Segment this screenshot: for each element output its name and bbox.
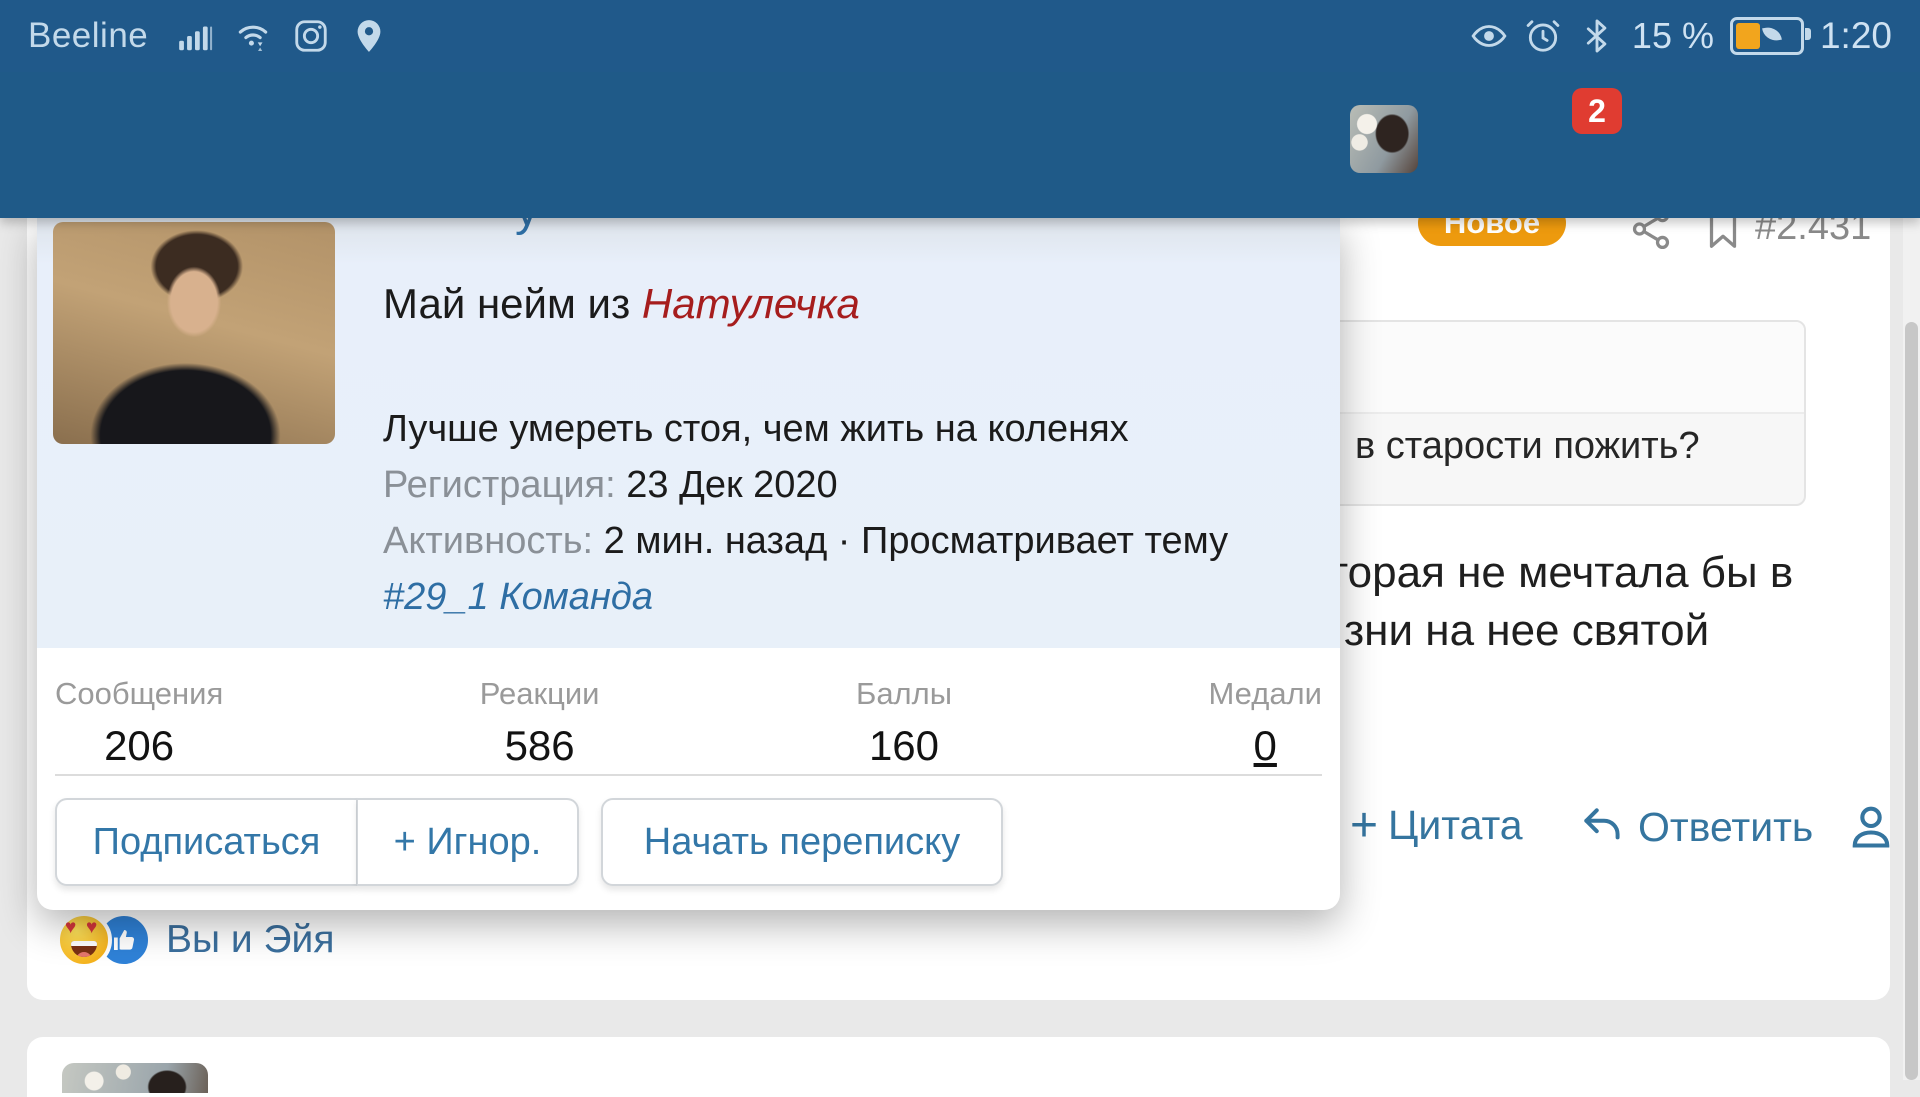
signal-strength-icon xyxy=(176,17,214,55)
member-avatar[interactable] xyxy=(53,222,335,444)
reply-button-label: Ответить xyxy=(1638,803,1814,850)
reply-arrow-icon xyxy=(1578,802,1628,852)
navigation-bar xyxy=(0,72,1920,218)
wifi-icon xyxy=(234,17,272,55)
stat-value: 160 xyxy=(868,722,940,769)
heart-eyes-reaction-icon: ♥ ♥ xyxy=(56,912,112,968)
activity-value: 2 мин. назад · Просматривает тему xyxy=(603,520,1229,562)
member-signature: Лучше умереть стоя, чем жить на коленях xyxy=(383,408,1129,450)
reactions-bar[interactable]: ♥ ♥ Вы и Эйя xyxy=(56,912,334,968)
follow-button[interactable]: Подписаться xyxy=(55,798,357,886)
stat-value: 586 xyxy=(504,722,575,769)
registration-label: Регистрация: xyxy=(383,464,616,506)
camera-app-icon xyxy=(292,17,330,55)
status-bar: Beeline 15 % 1:20 xyxy=(0,0,1920,72)
plus-icon: + xyxy=(1350,798,1379,852)
next-post-avatar[interactable] xyxy=(62,1063,208,1093)
member-title-name[interactable]: Натулечка xyxy=(642,280,860,327)
alarm-clock-icon xyxy=(1524,17,1562,55)
location-icon xyxy=(350,17,388,55)
stat-value: 206 xyxy=(104,722,175,769)
battery-percent-label: 15 % xyxy=(1631,15,1714,56)
post-text-line: зни на нее святой xyxy=(1344,606,1710,655)
stat-medals: Медали 0 xyxy=(1209,676,1322,770)
member-tooltip-card: у Май нейм из Натулечка Лучше умереть ст… xyxy=(37,218,1340,910)
post-text-line: торая не мечтала бы в xyxy=(1328,548,1794,597)
quote-button[interactable]: + Цитата xyxy=(1350,798,1523,852)
divider xyxy=(55,774,1322,776)
reaction-users-label[interactable]: Вы и Эйя xyxy=(166,918,334,962)
quote-text: в старости пожить? xyxy=(1355,425,1700,467)
member-registration: Регистрация: 23 Дек 2020 xyxy=(383,464,838,507)
member-title-prefix: Май нейм из xyxy=(383,280,631,327)
stat-reactions: Реакции 586 xyxy=(480,676,600,770)
next-post-card xyxy=(27,1037,1890,1097)
carrier-label: Beeline xyxy=(28,16,149,55)
stat-label: Баллы xyxy=(855,676,953,711)
registration-value: 23 Дек 2020 xyxy=(626,464,838,506)
clock-label: 1:20 xyxy=(1819,15,1892,56)
bluetooth-icon xyxy=(1578,17,1616,55)
scrollbar-thumb[interactable] xyxy=(1905,322,1918,1080)
member-card-buttons: Подписаться + Игнор. Начать переписку xyxy=(55,798,1003,886)
member-card-header: у Май нейм из Натулечка Лучше умереть ст… xyxy=(37,218,1340,648)
member-activity: Активность: 2 мин. назад · Просматривает… xyxy=(383,520,1228,563)
quote-button-label: Цитата xyxy=(1388,802,1523,848)
reply-button[interactable]: Ответить xyxy=(1578,802,1813,852)
user-avatar[interactable] xyxy=(1350,105,1418,173)
stat-value-medals-link[interactable]: 0 xyxy=(1209,722,1322,770)
eye-comfort-icon xyxy=(1470,17,1508,55)
notification-badge: 2 xyxy=(1572,88,1622,134)
activity-label: Активность: xyxy=(383,520,594,562)
activity-thread-link[interactable]: #29_1 Команда xyxy=(383,576,653,619)
ignore-button[interactable]: + Игнор. xyxy=(357,798,579,886)
person-icon[interactable] xyxy=(1845,800,1897,852)
stat-label: Реакции xyxy=(479,676,600,711)
member-custom-title: Май нейм из Натулечка xyxy=(383,280,860,328)
stat-messages: Сообщения 206 xyxy=(55,676,223,770)
member-stats-row: Сообщения 206 Реакции 586 Баллы 160 Меда… xyxy=(55,676,1322,770)
start-conversation-button[interactable]: Начать переписку xyxy=(601,798,1003,886)
stat-points: Баллы 160 xyxy=(856,676,952,770)
stat-label: Медали xyxy=(1208,676,1322,711)
cutoff-username-fragment: у xyxy=(515,218,539,237)
stat-label: Сообщения xyxy=(55,676,224,711)
battery-icon xyxy=(1729,17,1811,55)
